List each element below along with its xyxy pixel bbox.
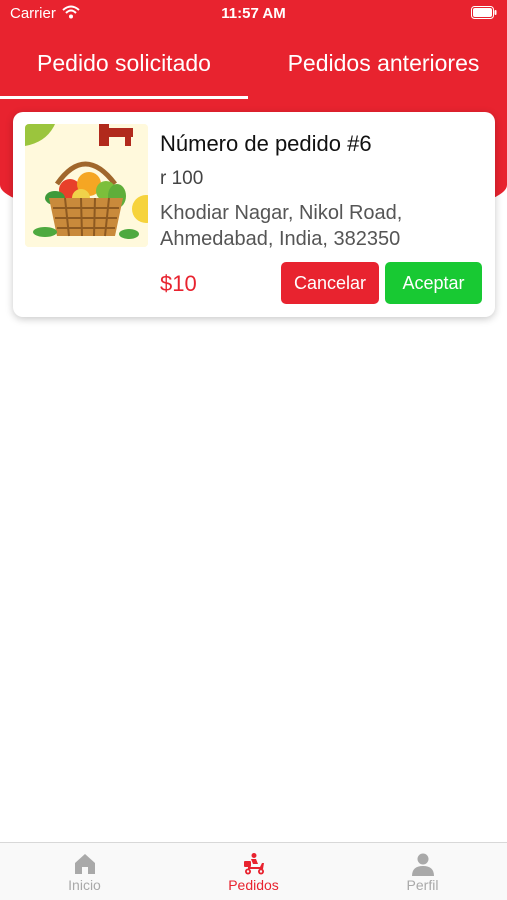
order-card: Número de pedido #6 r 100 Khodiar Nagar,… <box>13 112 495 317</box>
nav-item-profile[interactable]: Perfil <box>338 843 507 900</box>
order-price: $10 <box>160 271 197 296</box>
accept-button[interactable]: Aceptar <box>385 262 482 304</box>
delivery-scooter-icon <box>243 853 264 875</box>
order-address: Khodiar Nagar, Nikol Road, Ahmedabad, In… <box>160 202 403 250</box>
order-quantity: r 100 <box>160 168 204 189</box>
tab-requested-order[interactable]: Pedido solicitado <box>0 40 248 98</box>
clock-label: 11:57 AM <box>221 5 286 22</box>
bottom-tab-bar: Inicio Pedidos Perfil <box>0 842 507 900</box>
tab-previous-orders[interactable]: Pedidos anteriores <box>260 40 507 98</box>
person-icon <box>411 853 434 876</box>
nav-label-home: Inicio <box>68 877 101 893</box>
active-tab-indicator <box>0 96 248 99</box>
fruit-basket-image <box>25 124 148 247</box>
order-number: Número de pedido #6 <box>160 131 372 156</box>
nav-label-orders: Pedidos <box>228 877 279 893</box>
nav-item-orders[interactable]: Pedidos <box>169 843 338 900</box>
home-icon <box>74 854 95 874</box>
nav-item-home[interactable]: Inicio <box>0 843 169 900</box>
nav-label-profile: Perfil <box>406 877 439 893</box>
order-tabs: Pedido solicitado Pedidos anteriores <box>0 40 507 100</box>
battery-icon <box>471 6 497 19</box>
cancel-button[interactable]: Cancelar <box>281 262 379 304</box>
status-bar: Carrier 11:57 AM <box>0 0 507 30</box>
